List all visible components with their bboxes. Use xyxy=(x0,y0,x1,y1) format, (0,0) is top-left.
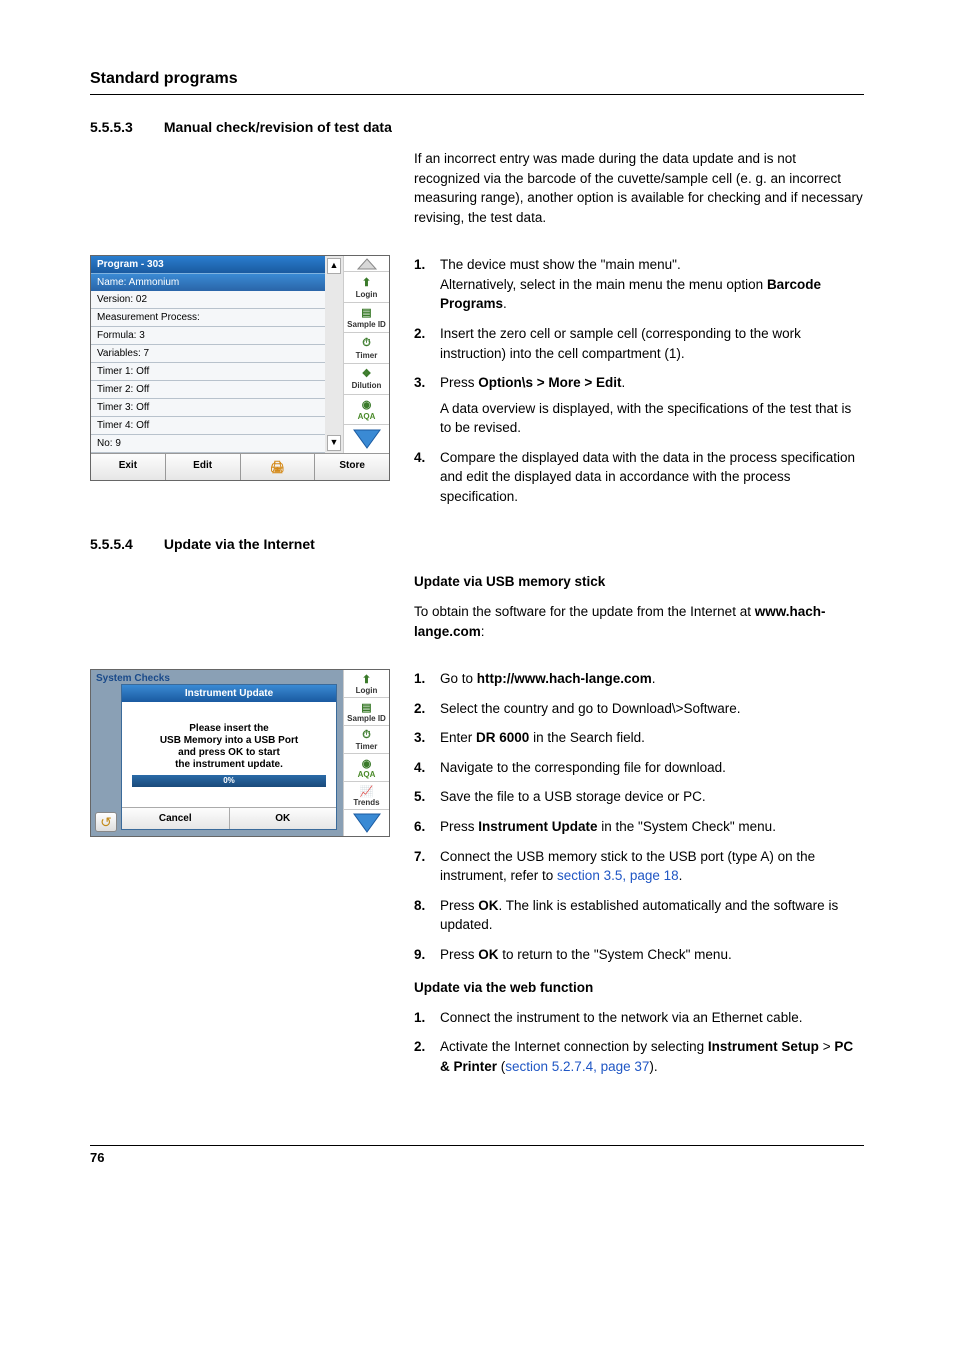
dilution-button[interactable]: ❖Dilution xyxy=(343,364,389,395)
progress-bar: 0% xyxy=(132,775,326,787)
aqa-icon: ◉ xyxy=(362,757,372,770)
prog-title: Program - 303 xyxy=(91,256,325,273)
dialog-buttons: Cancel OK xyxy=(122,807,336,829)
list-item: Timer 1: Off xyxy=(91,363,325,381)
step-item: 3.Enter DR 6000 in the Search field. xyxy=(414,728,864,748)
list-item: Variables: 7 xyxy=(91,345,325,363)
list-item: Version: 02 xyxy=(91,291,325,309)
list-item: Timer 4: Off xyxy=(91,417,325,435)
timer-icon: ⏱ xyxy=(362,337,371,350)
trends-icon: 📈 xyxy=(360,785,374,798)
prog-name-row: Name: Ammonium xyxy=(91,273,325,291)
login-icon: ⬆ xyxy=(362,276,371,289)
sample-id-icon: ▤ xyxy=(361,701,371,714)
exit-button[interactable]: Exit xyxy=(91,454,166,480)
trends-button[interactable]: 📈Trends xyxy=(343,782,389,810)
section-heading-2: 5.5.5.4 Update via the Internet xyxy=(90,536,864,552)
aqa-icon: ◉ xyxy=(362,398,372,411)
side-toolbar-2: ⬆Login ▤Sample ID ⏱Timer ◉AQA 📈Trends xyxy=(343,670,389,836)
aqa-button[interactable]: ◉AQA xyxy=(343,395,389,426)
step-item: 1. The device must show the "main menu".… xyxy=(414,255,864,314)
bottom-nav-icon[interactable] xyxy=(343,810,389,836)
store-button[interactable]: Store xyxy=(315,454,389,480)
section-number-2: 5.5.5.4 xyxy=(90,536,160,552)
scrollbar[interactable]: ▲ ▼ xyxy=(325,256,343,453)
bottom-nav-icon[interactable] xyxy=(343,425,389,453)
login-button[interactable]: ⬆Login xyxy=(343,670,389,698)
list-item: Timer 2: Off xyxy=(91,381,325,399)
timer-icon: ⏱ xyxy=(362,729,371,742)
link-section-3-5[interactable]: section 3.5, page 18 xyxy=(557,868,679,883)
list-item: Timer 3: Off xyxy=(91,399,325,417)
top-nav-icon[interactable] xyxy=(343,256,389,272)
instrument-update-screenshot: System Checks ↺ Instrument Update Please… xyxy=(90,669,390,837)
sec2-steps2: 1.Connect the instrument to the network … xyxy=(414,1008,864,1077)
step-item: 3. Press Option\s > More > Edit. A data … xyxy=(414,373,864,438)
subhead-web: Update via the web function xyxy=(414,978,864,998)
list-item: Measurement Process: xyxy=(91,309,325,327)
update-dialog: Instrument Update Please insert the USB … xyxy=(121,684,337,830)
subhead-usb: Update via USB memory stick xyxy=(414,572,864,592)
sample-id-icon: ▤ xyxy=(361,306,371,319)
scroll-down-icon[interactable]: ▼ xyxy=(327,435,341,451)
step-item: 5.Save the file to a USB storage device … xyxy=(414,787,864,807)
edit-button[interactable]: Edit xyxy=(166,454,241,480)
side-toolbar: ⬆Login ▤Sample ID ⏱Timer ❖Dilution ◉AQA xyxy=(343,256,389,453)
step-item: 1.Go to http://www.hach-lange.com. xyxy=(414,669,864,689)
scroll-up-icon[interactable]: ▲ xyxy=(327,258,341,274)
login-icon: ⬆ xyxy=(362,673,371,686)
step-item: 4.Compare the displayed data with the da… xyxy=(414,448,864,507)
step-item: 2. Activate the Internet connection by s… xyxy=(414,1037,864,1076)
step-item: 9.Press OK to return to the "System Chec… xyxy=(414,945,864,965)
sample-id-button[interactable]: ▤Sample ID xyxy=(343,698,389,726)
step-item: 7.Connect the USB memory stick to the US… xyxy=(414,847,864,886)
cancel-button[interactable]: Cancel xyxy=(122,808,230,829)
sec2-steps: 1.Go to http://www.hach-lange.com. 2.Sel… xyxy=(414,669,864,964)
printer-icon: 🖨 xyxy=(270,460,285,474)
header-rule xyxy=(90,94,864,95)
dialog-body: Please insert the USB Memory into a USB … xyxy=(122,702,336,807)
list-item: No: 9 xyxy=(91,435,325,453)
step-item: 4.Navigate to the corresponding file for… xyxy=(414,758,864,778)
link-section-5-2-7-4[interactable]: section 5.2.7.4, page 37 xyxy=(505,1059,649,1074)
print-button[interactable]: 🖨 xyxy=(241,454,316,480)
bottom-button-bar: Exit Edit 🖨 Store xyxy=(91,453,389,480)
section-heading-1: 5.5.5.3 Manual check/revision of test da… xyxy=(90,119,864,135)
section-number-1: 5.5.5.3 xyxy=(90,119,160,135)
back-button[interactable]: ↺ xyxy=(95,812,117,832)
system-checks-label: System Checks xyxy=(96,673,170,684)
sub1-text: To obtain the software for the update fr… xyxy=(414,602,864,641)
timer-button[interactable]: ⏱Timer xyxy=(343,726,389,754)
page-header-title: Standard programs xyxy=(90,70,864,88)
page-footer: 76 xyxy=(90,1145,864,1165)
page-number: 76 xyxy=(90,1150,864,1165)
section-title-2: Update via the Internet xyxy=(164,536,315,552)
program-list-screenshot: Program - 303 Name: Ammonium Version: 02… xyxy=(90,255,390,481)
step-item: 1.Connect the instrument to the network … xyxy=(414,1008,864,1028)
sample-id-button[interactable]: ▤Sample ID xyxy=(343,303,389,334)
list-item: Formula: 3 xyxy=(91,327,325,345)
step-item: 2.Insert the zero cell or sample cell (c… xyxy=(414,324,864,363)
footer-rule xyxy=(90,1145,864,1146)
sec1-steps: 1. The device must show the "main menu".… xyxy=(414,255,864,506)
section-title-1: Manual check/revision of test data xyxy=(164,119,392,135)
step-item: 6.Press Instrument Update in the "System… xyxy=(414,817,864,837)
dilution-icon: ❖ xyxy=(362,367,372,380)
aqa-button[interactable]: ◉AQA xyxy=(343,754,389,782)
timer-button[interactable]: ⏱Timer xyxy=(343,333,389,364)
step-item: 2.Select the country and go to Download\… xyxy=(414,699,864,719)
ok-button[interactable]: OK xyxy=(230,808,337,829)
login-button[interactable]: ⬆Login xyxy=(343,272,389,303)
step-item: 8.Press OK. The link is established auto… xyxy=(414,896,864,935)
dialog-title: Instrument Update xyxy=(122,685,336,702)
sec1-intro: If an incorrect entry was made during th… xyxy=(414,149,864,227)
